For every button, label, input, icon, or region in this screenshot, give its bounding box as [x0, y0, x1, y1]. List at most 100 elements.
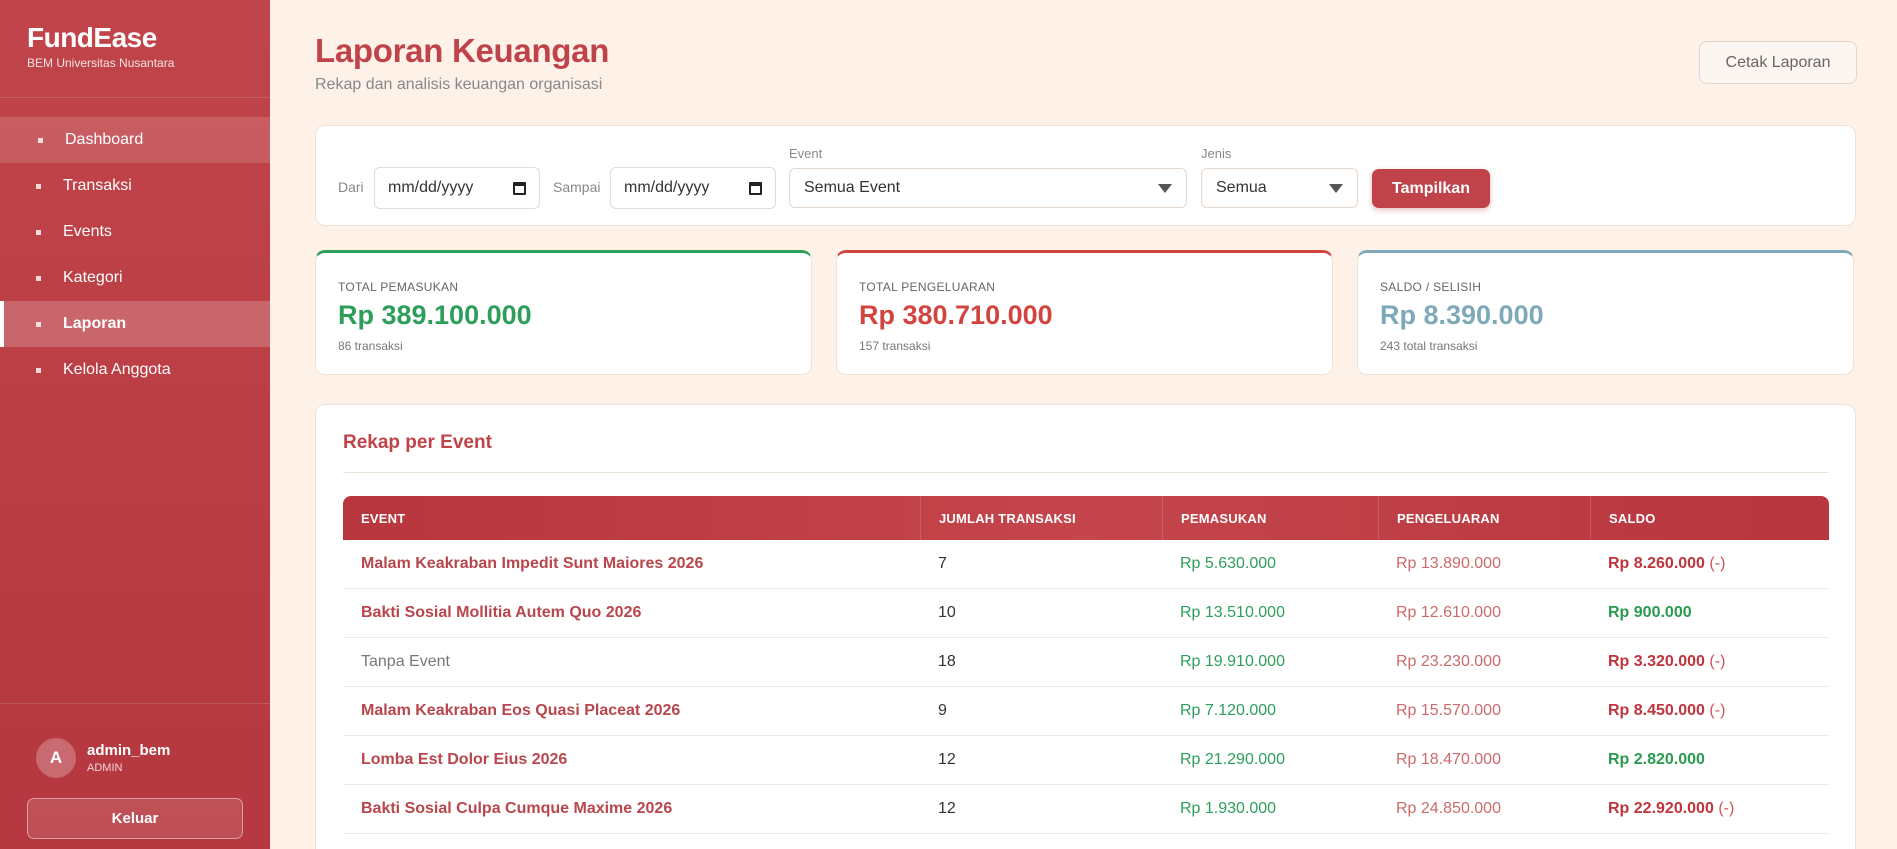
table-row: Lomba Est Dolor Eius 2026 12 Rp 21.290.0… [343, 736, 1829, 785]
from-label: Dari [338, 179, 364, 195]
type-select[interactable]: Semua [1201, 168, 1358, 208]
bullet-icon [36, 275, 41, 281]
event-select-value: Semua Event [804, 179, 901, 196]
stat-sub: 243 total transaksi [1380, 339, 1478, 353]
bullet-icon [36, 229, 41, 235]
event-link[interactable]: Malam Keakraban Impedit Sunt Maiores 202… [361, 555, 703, 572]
logout-button[interactable]: Keluar [27, 798, 243, 839]
sidebar-item-laporan[interactable]: Laporan [0, 301, 270, 347]
sidebar-item-label: Laporan [63, 315, 127, 332]
stat-card-income: TOTAL PEMASUKAN Rp 389.100.000 86 transa… [315, 250, 812, 375]
income-cell: Rp 1.930.000 [1180, 800, 1277, 817]
count-cell: 12 [938, 800, 956, 817]
negative-tag: (-) [1709, 555, 1726, 572]
recap-title: Rekap per Event [343, 432, 492, 453]
table-row: Malam Keakraban Eos Quasi Placeat 2026 9… [343, 687, 1829, 736]
expense-cell: Rp 18.470.000 [1396, 751, 1501, 768]
from-date-input[interactable]: mm/dd/yyyy [374, 167, 540, 209]
event-link[interactable]: Bakti Sosial Mollitia Autem Quo 2026 [361, 604, 641, 621]
balance-value: Rp 8.450.000 [1608, 702, 1705, 719]
sidebar-item-label: Transaksi [63, 177, 132, 194]
sidebar-item-kategori[interactable]: Kategori [0, 255, 270, 301]
sidebar-nav: Dashboard Transaksi Events Kategori Lapo… [0, 117, 270, 393]
event-name: Tanpa Event [361, 653, 450, 670]
negative-tag: (-) [1709, 653, 1726, 670]
expense-cell: Rp 23.230.000 [1396, 653, 1501, 670]
sidebar-item-transaksi[interactable]: Transaksi [0, 163, 270, 209]
to-label: Sampai [553, 179, 601, 195]
calendar-icon[interactable] [513, 181, 526, 195]
column-header-expense[interactable]: PENGELUARAN [1378, 496, 1590, 540]
stat-label: TOTAL PENGELUARAN [859, 280, 996, 294]
count-cell: 12 [938, 751, 956, 768]
user-profile: A admin_bem ADMIN [0, 704, 270, 778]
date-placeholder: mm/dd/yyyy [388, 179, 474, 196]
table-body: Malam Keakraban Impedit Sunt Maiores 202… [343, 540, 1829, 834]
type-select-value: Semua [1216, 179, 1267, 196]
expense-cell: Rp 24.850.000 [1396, 800, 1501, 817]
negative-tag: (-) [1709, 702, 1726, 719]
stat-label: TOTAL PEMASUKAN [338, 280, 459, 294]
expense-cell: Rp 12.610.000 [1396, 604, 1501, 621]
event-select[interactable]: Semua Event [789, 168, 1187, 208]
user-name: admin_bem [87, 742, 171, 759]
sidebar-item-label: Events [63, 223, 112, 240]
negative-tag: (-) [1718, 800, 1735, 817]
count-cell: 18 [938, 653, 956, 670]
column-header-count[interactable]: JUMLAH TRANSAKSI [920, 496, 1162, 540]
stat-card-expense: TOTAL PENGELUARAN Rp 380.710.000 157 tra… [836, 250, 1333, 375]
table-row: Tanpa Event 18 Rp 19.910.000 Rp 23.230.0… [343, 638, 1829, 687]
event-label: Event [789, 146, 823, 161]
balance-value: Rp 22.920.000 [1608, 800, 1714, 817]
sidebar-item-label: Dashboard [65, 131, 144, 148]
stat-value: Rp 8.390.000 [1380, 300, 1544, 330]
column-header-balance[interactable]: SALDO [1590, 496, 1829, 540]
sidebar-item-dashboard[interactable]: Dashboard [0, 117, 270, 163]
bullet-icon [36, 183, 41, 189]
type-label: Jenis [1201, 146, 1232, 161]
stat-sub: 157 transaksi [859, 339, 931, 353]
date-placeholder: mm/dd/yyyy [624, 179, 710, 196]
page-title: Laporan Keuangan [315, 32, 610, 69]
filter-panel: Dari mm/dd/yyyy Sampai mm/dd/yyyy Event … [315, 125, 1856, 226]
count-cell: 10 [938, 604, 956, 621]
show-button[interactable]: Tampilkan [1372, 169, 1490, 208]
divider [343, 472, 1829, 473]
to-date-input[interactable]: mm/dd/yyyy [610, 167, 776, 209]
table-header: EVENT JUMLAH TRANSAKSI PEMASUKAN PENGELU… [343, 496, 1829, 540]
expense-cell: Rp 15.570.000 [1396, 702, 1501, 719]
brand: FundEase BEM Universitas Nusantara [0, 0, 270, 98]
sidebar-item-label: Kelola Anggota [63, 361, 171, 378]
table-row: Malam Keakraban Impedit Sunt Maiores 202… [343, 540, 1829, 589]
bullet-icon [36, 367, 41, 373]
event-link[interactable]: Bakti Sosial Culpa Cumque Maxime 2026 [361, 800, 672, 817]
sidebar-item-label: Kategori [63, 269, 123, 286]
table-row: Bakti Sosial Mollitia Autem Quo 2026 10 … [343, 589, 1829, 638]
count-cell: 7 [938, 555, 947, 572]
income-cell: Rp 7.120.000 [1180, 702, 1277, 719]
balance-value: Rp 2.820.000 [1608, 751, 1705, 768]
recap-card: Rekap per Event EVENT JUMLAH TRANSAKSI P… [315, 404, 1856, 849]
balance-value: Rp 900.000 [1608, 604, 1692, 621]
stat-sub: 86 transaksi [338, 339, 403, 353]
income-cell: Rp 5.630.000 [1180, 555, 1277, 572]
income-cell: Rp 21.290.000 [1180, 751, 1285, 768]
event-link[interactable]: Lomba Est Dolor Eius 2026 [361, 751, 567, 768]
print-report-button[interactable]: Cetak Laporan [1699, 41, 1857, 84]
chevron-down-icon [1158, 183, 1172, 193]
column-header-income[interactable]: PEMASUKAN [1162, 496, 1378, 540]
page-subtitle: Rekap dan analisis keuangan organisasi [315, 76, 603, 93]
income-cell: Rp 13.510.000 [1180, 604, 1285, 621]
stat-card-balance: SALDO / SELISIH Rp 8.390.000 243 total t… [1357, 250, 1854, 375]
table-row: Bakti Sosial Culpa Cumque Maxime 2026 12… [343, 785, 1829, 834]
event-link[interactable]: Malam Keakraban Eos Quasi Placeat 2026 [361, 702, 680, 719]
sidebar-item-kelola-anggota[interactable]: Kelola Anggota [0, 347, 270, 393]
column-header-event[interactable]: EVENT [343, 496, 920, 540]
bullet-icon [36, 321, 41, 327]
stat-value: Rp 380.710.000 [859, 300, 1053, 330]
calendar-icon[interactable] [749, 181, 762, 195]
count-cell: 9 [938, 702, 947, 719]
income-cell: Rp 19.910.000 [1180, 653, 1285, 670]
stat-value: Rp 389.100.000 [338, 300, 532, 330]
sidebar-item-events[interactable]: Events [0, 209, 270, 255]
